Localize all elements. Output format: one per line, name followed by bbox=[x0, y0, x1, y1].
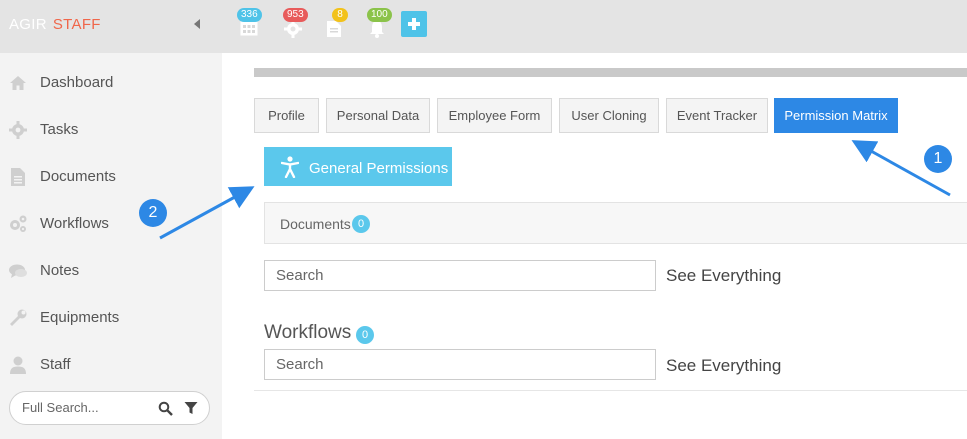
documents-section-header[interactable]: Documents 0 bbox=[264, 202, 967, 244]
brand-logo[interactable]: AGIR STAFF bbox=[9, 16, 101, 33]
workflows-search-box bbox=[264, 349, 656, 380]
alerts-count-badge: 100 bbox=[367, 8, 392, 22]
add-new-button[interactable] bbox=[401, 11, 427, 37]
full-search-input[interactable] bbox=[22, 400, 152, 415]
sidebar-item-label: Dashboard bbox=[40, 74, 114, 91]
brand-part-1: AGIR bbox=[9, 16, 47, 33]
general-permissions-button[interactable]: General Permissions bbox=[264, 147, 452, 186]
calendar-count-badge: 336 bbox=[237, 8, 262, 22]
documents-notification[interactable]: 8 bbox=[322, 8, 348, 40]
annotation-marker-1: 1 bbox=[924, 145, 952, 173]
documents-label: Documents bbox=[280, 216, 351, 232]
tab-event-tracker[interactable]: Event Tracker bbox=[666, 98, 768, 133]
top-bar: AGIR STAFF 336 953 8 100 bbox=[0, 0, 967, 53]
calendar-icon bbox=[240, 21, 258, 36]
sidebar-item-label: Workflows bbox=[40, 215, 109, 232]
gear-icon bbox=[9, 121, 27, 139]
gears-icon bbox=[10, 215, 27, 232]
documents-search-input[interactable] bbox=[276, 267, 636, 284]
tab-personal-data[interactable]: Personal Data bbox=[326, 98, 430, 133]
documents-count-badge: 0 bbox=[352, 215, 370, 233]
sidebar-item-tasks[interactable]: Tasks bbox=[0, 109, 222, 149]
sidebar-item-equipments[interactable]: Equipments bbox=[0, 297, 222, 337]
general-permissions-label: General Permissions bbox=[309, 160, 449, 177]
alerts-notification[interactable]: 100 bbox=[364, 8, 392, 40]
tasks-count-badge: 953 bbox=[283, 8, 308, 22]
documents-see-everything[interactable]: See Everything bbox=[666, 266, 781, 286]
collapse-sidebar-icon[interactable] bbox=[194, 19, 200, 29]
sidebar-item-staff[interactable]: Staff bbox=[0, 344, 222, 384]
tasks-notification[interactable]: 953 bbox=[280, 8, 308, 40]
user-icon bbox=[10, 356, 26, 374]
sidebar-item-label: Documents bbox=[40, 168, 116, 185]
brand-part-2: STAFF bbox=[52, 16, 101, 33]
search-icon[interactable] bbox=[158, 401, 173, 416]
filter-icon[interactable] bbox=[184, 401, 198, 415]
sidebar-item-workflows[interactable]: Workflows bbox=[0, 203, 222, 243]
sidebar-item-documents[interactable]: Documents bbox=[0, 156, 222, 196]
calendar-notification[interactable]: 336 bbox=[236, 8, 262, 40]
sidebar-item-notes[interactable]: Notes bbox=[0, 250, 222, 290]
sidebar: Dashboard Tasks Documents Workflows Note… bbox=[0, 53, 222, 439]
workflows-heading: Workflows bbox=[264, 322, 352, 343]
bell-icon bbox=[370, 21, 384, 38]
sidebar-item-label: Equipments bbox=[40, 309, 120, 326]
workflows-see-everything[interactable]: See Everything bbox=[666, 356, 781, 376]
tab-employee-form[interactable]: Employee Form bbox=[437, 98, 552, 133]
section-divider bbox=[254, 390, 967, 391]
full-search-box bbox=[9, 391, 210, 425]
sidebar-item-label: Staff bbox=[40, 356, 71, 373]
workflows-search-input[interactable] bbox=[276, 356, 636, 373]
document-icon bbox=[327, 21, 341, 37]
sidebar-item-dashboard[interactable]: Dashboard bbox=[0, 62, 222, 102]
progress-bar bbox=[254, 68, 967, 77]
workflows-count-badge: 0 bbox=[356, 326, 374, 344]
tab-user-cloning[interactable]: User Cloning bbox=[559, 98, 659, 133]
sidebar-item-label: Notes bbox=[40, 262, 80, 279]
documents-search-box bbox=[264, 260, 656, 291]
comments-icon bbox=[9, 264, 27, 278]
annotation-marker-2: 2 bbox=[139, 199, 167, 227]
tab-profile[interactable]: Profile bbox=[254, 98, 319, 133]
sidebar-item-label: Tasks bbox=[40, 121, 79, 138]
tab-permission-matrix[interactable]: Permission Matrix bbox=[774, 98, 898, 133]
accessibility-icon bbox=[281, 156, 299, 178]
document-icon bbox=[11, 168, 25, 186]
wrench-icon bbox=[10, 309, 27, 326]
documents-count-badge: 8 bbox=[332, 8, 348, 22]
home-icon bbox=[10, 76, 26, 90]
gear-icon bbox=[284, 20, 302, 38]
